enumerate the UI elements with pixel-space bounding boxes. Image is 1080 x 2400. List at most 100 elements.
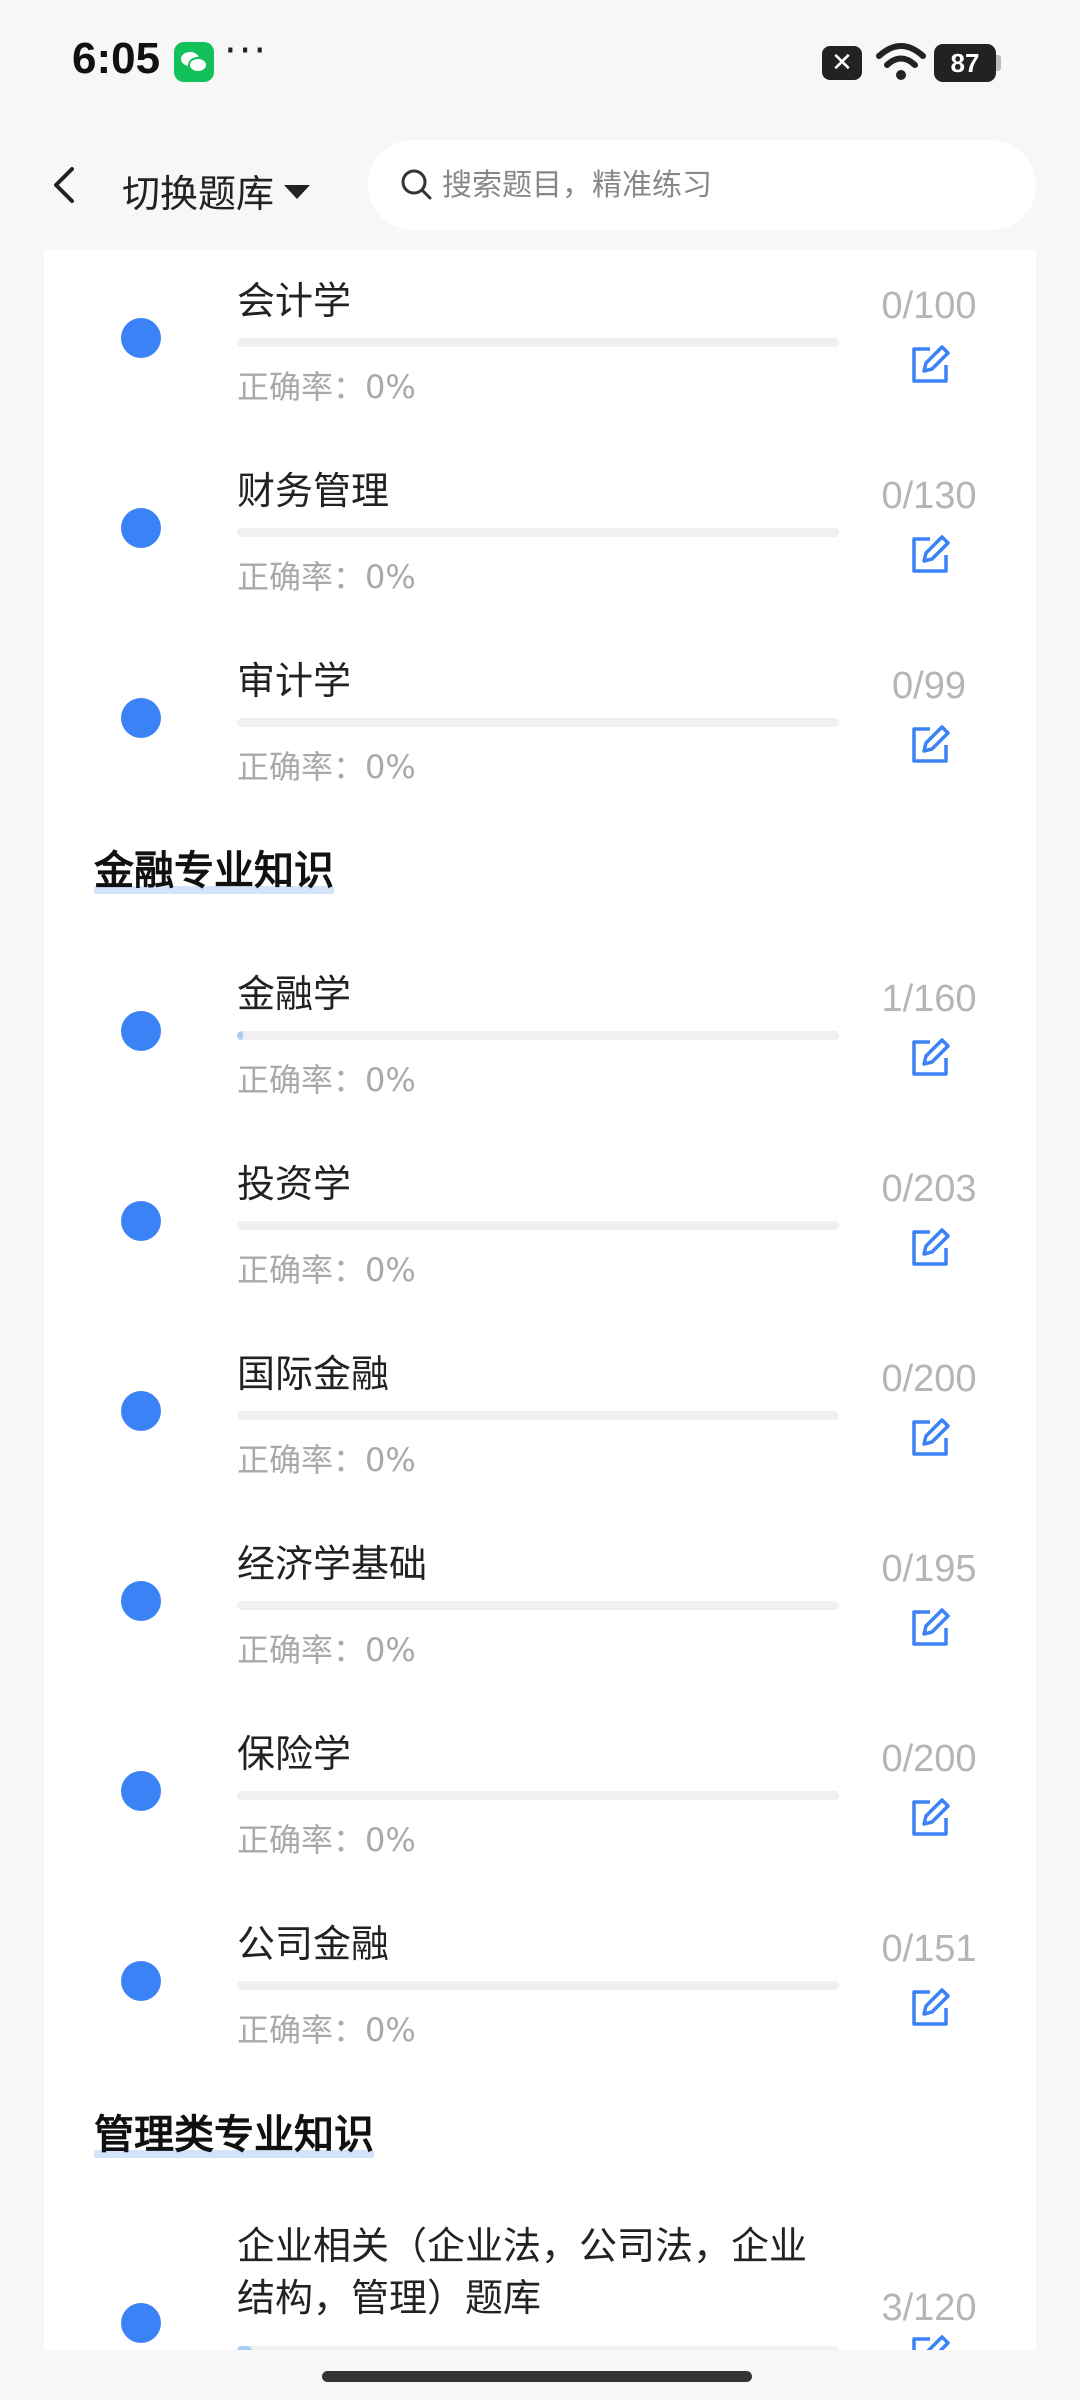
item-count: 0/195 — [881, 1548, 977, 1590]
status-dot — [121, 1771, 161, 1811]
status-dot — [121, 1391, 161, 1431]
accuracy-value: 0% — [365, 368, 416, 406]
item-title: 国际金融 — [237, 1352, 390, 1396]
item-title: 企业相关（企业法，公司法，企业结构，管理）题库 — [237, 2224, 808, 2320]
edit-icon[interactable] — [908, 533, 952, 577]
progress-bar — [237, 1791, 839, 1800]
item-title: 公司金融 — [237, 1922, 390, 1966]
no-sim-icon: ✕ — [822, 46, 862, 80]
section-title: 管理类专业知识 — [94, 2102, 374, 2160]
progress-bar — [237, 1601, 839, 1610]
edit-icon[interactable] — [908, 723, 952, 767]
item-count: 0/203 — [881, 1168, 977, 1210]
item-title: 投资学 — [237, 1162, 352, 1206]
edit-icon[interactable] — [908, 343, 952, 387]
progress-bar — [237, 2346, 839, 2350]
wifi-icon — [876, 43, 926, 80]
status-dot — [121, 1011, 161, 1051]
item-title: 财务管理 — [237, 469, 390, 513]
status-dot — [121, 1581, 161, 1621]
section-title-text: 金融专业知识 — [94, 848, 334, 894]
progress-fill — [237, 2346, 253, 2350]
more-notifications-icon: ··· — [224, 28, 269, 74]
list-item[interactable]: 企业相关（企业法，公司法，企业结构，管理）题库 3/120 — [44, 2210, 1036, 2350]
search-input[interactable] — [442, 167, 1002, 203]
list-item[interactable]: 会计学 正确率：0% 0/100 — [44, 250, 1036, 440]
section-title: 金融专业知识 — [94, 838, 334, 896]
accuracy-label: 正确率： — [237, 368, 366, 406]
switch-bank-button[interactable]: 切换题库 — [122, 160, 311, 220]
edit-icon[interactable] — [908, 1226, 952, 1270]
item-count: 0/200 — [881, 1358, 977, 1400]
battery-tip — [996, 55, 1001, 71]
edit-icon[interactable] — [908, 1796, 952, 1840]
status-dot — [121, 1961, 161, 2001]
list-item[interactable]: 金融学 正确率：0% 1/160 — [44, 943, 1036, 1133]
accuracy-value: 0% — [365, 1821, 416, 1859]
edit-icon[interactable] — [908, 1986, 952, 2030]
item-title: 经济学基础 — [237, 1542, 428, 1586]
accuracy-value: 0% — [365, 1061, 416, 1099]
accuracy-label: 正确率： — [237, 748, 366, 786]
item-title: 金融学 — [237, 972, 352, 1016]
accuracy-text: 正确率：0% — [237, 1055, 416, 1101]
status-dot — [121, 318, 161, 358]
list-item[interactable]: 公司金融 正确率：0% 0/151 — [44, 1893, 1036, 2083]
accuracy-label: 正确率： — [237, 2011, 366, 2049]
accuracy-text: 正确率：0% — [237, 1815, 416, 1861]
search-bar[interactable] — [368, 140, 1036, 230]
accuracy-value: 0% — [365, 748, 416, 786]
accuracy-value: 0% — [365, 1441, 416, 1479]
status-time: 6:05 — [72, 34, 161, 83]
accuracy-value: 0% — [365, 1631, 416, 1669]
list-item[interactable]: 审计学 正确率：0% 0/99 — [44, 630, 1036, 820]
caret-down-icon — [284, 185, 311, 199]
item-count: 0/99 — [892, 665, 966, 707]
edit-icon[interactable] — [908, 2333, 952, 2350]
accuracy-label: 正确率： — [237, 558, 366, 596]
accuracy-text: 正确率：0% — [237, 1435, 416, 1481]
list-item[interactable]: 保险学 正确率：0% 0/200 — [44, 1703, 1036, 1893]
list-item[interactable]: 国际金融 正确率：0% 0/200 — [44, 1323, 1036, 1513]
list-item[interactable]: 经济学基础 正确率：0% 0/195 — [44, 1513, 1036, 1703]
accuracy-label: 正确率： — [237, 1061, 366, 1099]
accuracy-label: 正确率： — [237, 1631, 366, 1669]
status-dot — [121, 2303, 161, 2343]
progress-bar — [237, 718, 839, 727]
progress-bar — [237, 1031, 839, 1040]
item-count: 0/151 — [881, 1928, 977, 1970]
progress-bar — [237, 338, 839, 347]
back-icon[interactable] — [40, 155, 90, 215]
home-indicator[interactable] — [322, 2371, 752, 2382]
status-dot — [121, 1201, 161, 1241]
edit-icon[interactable] — [908, 1606, 952, 1650]
progress-bar — [237, 528, 839, 537]
status-dot — [121, 508, 161, 548]
item-title: 会计学 — [237, 279, 352, 323]
wechat-notification-icon — [174, 42, 214, 82]
question-bank-list: 会计学 正确率：0% 0/100 财务管理 正确率：0% 0/130 审计学 正… — [44, 250, 1036, 2350]
search-icon — [401, 169, 432, 200]
status-dot — [121, 698, 161, 738]
accuracy-value: 0% — [365, 558, 416, 596]
item-count: 3/120 — [881, 2287, 977, 2329]
progress-bar — [237, 1411, 839, 1420]
list-item[interactable]: 投资学 正确率：0% 0/203 — [44, 1133, 1036, 1323]
accuracy-text: 正确率：0% — [237, 2005, 416, 2051]
progress-bar — [237, 1221, 839, 1230]
accuracy-label: 正确率： — [237, 1251, 366, 1289]
accuracy-text: 正确率：0% — [237, 1245, 416, 1291]
list-item[interactable]: 财务管理 正确率：0% 0/130 — [44, 440, 1036, 630]
item-count: 1/160 — [881, 978, 977, 1020]
edit-icon[interactable] — [908, 1036, 952, 1080]
switch-bank-label: 切换题库 — [122, 171, 275, 216]
accuracy-value: 0% — [365, 1251, 416, 1289]
accuracy-text: 正确率：0% — [237, 1625, 416, 1671]
battery-icon: 87 — [934, 44, 996, 82]
item-count: 0/200 — [881, 1738, 977, 1780]
item-count: 0/100 — [881, 285, 977, 327]
accuracy-label: 正确率： — [237, 1441, 366, 1479]
top-bar: 切换题库 — [0, 130, 1080, 250]
edit-icon[interactable] — [908, 1416, 952, 1460]
section-title-text: 管理类专业知识 — [94, 2112, 374, 2158]
